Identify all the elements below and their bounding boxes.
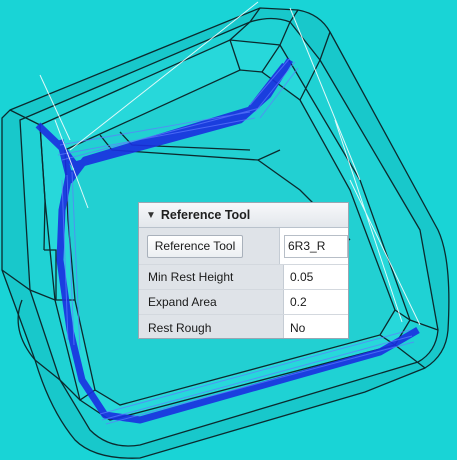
property-row-min-rest-height: Min Rest Height 0.05 [139,265,348,290]
min-rest-height-field[interactable]: 0.05 [284,265,348,289]
reference-tool-value[interactable]: 6R3_R [284,234,348,258]
reference-tool-row: Reference Tool 6R3_R [139,228,348,265]
property-label: Rest Rough [139,315,284,338]
property-row-rest-rough: Rest Rough No [139,315,348,338]
panel-header[interactable]: ▼ Reference Tool [139,203,348,228]
collapse-triangle-icon[interactable]: ▼ [146,210,156,221]
reference-tool-panel: ▼ Reference Tool Reference Tool 6R3_R Mi… [138,202,349,339]
property-label: Expand Area [139,290,284,314]
rest-rough-field[interactable]: No [284,315,348,338]
reference-tool-button[interactable]: Reference Tool [147,234,243,258]
property-row-expand-area: Expand Area 0.2 [139,290,348,315]
expand-area-field[interactable]: 0.2 [284,290,348,314]
property-label: Min Rest Height [139,265,284,289]
panel-title: Reference Tool [160,208,251,222]
